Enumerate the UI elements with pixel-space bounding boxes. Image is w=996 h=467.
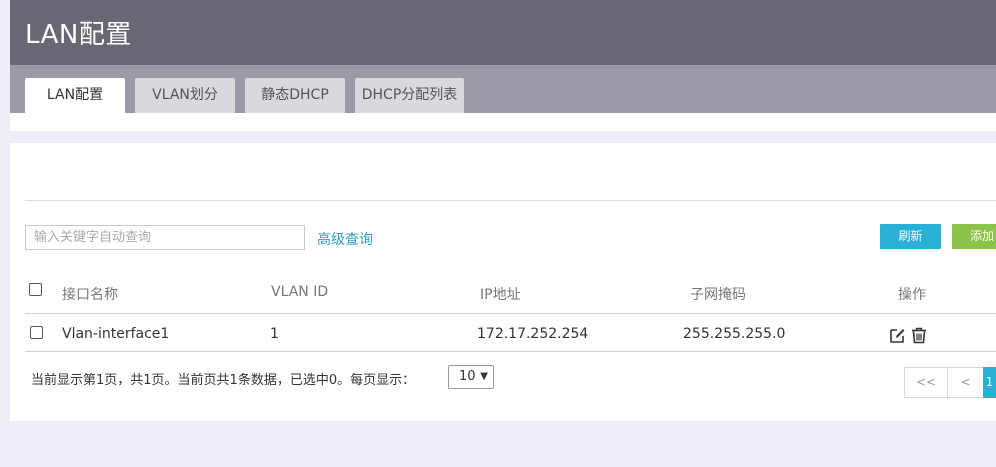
tab-content-strip xyxy=(10,113,996,131)
refresh-button[interactable]: 刷新 xyxy=(880,224,941,249)
page-size-select[interactable]: 10 ▼ xyxy=(448,365,494,389)
cell-interface-name: Vlan-interface1 xyxy=(62,326,170,342)
tab-static-dhcp[interactable]: 静态DHCP xyxy=(245,78,345,113)
col-header-vlan-id: VLAN ID xyxy=(271,284,329,300)
table-header-rule xyxy=(25,313,996,314)
chevron-down-icon: ▼ xyxy=(480,371,488,382)
cell-ip-address: 172.17.252.254 xyxy=(477,326,589,342)
add-button[interactable]: 添加 xyxy=(952,224,996,249)
select-all-checkbox[interactable] xyxy=(29,283,42,296)
pagination-info: 当前显示第1页，共1页。当前页共1条数据，已选中0。每页显示： xyxy=(31,373,416,388)
prev-page-button[interactable]: < xyxy=(947,367,984,398)
main-panel: 高级查询 刷新 添加 接口名称 VLAN ID IP地址 子网掩码 操作 Vla… xyxy=(10,143,996,421)
page-size-value: 10 xyxy=(459,369,476,384)
row-checkbox[interactable] xyxy=(30,326,43,339)
tab-bar: LAN配置 VLAN划分 静态DHCP DHCP分配列表 xyxy=(10,65,996,113)
col-header-ip-address: IP地址 xyxy=(480,287,521,303)
tab-dhcp-list[interactable]: DHCP分配列表 xyxy=(355,78,464,113)
search-input[interactable] xyxy=(26,226,304,249)
edit-icon[interactable] xyxy=(889,327,906,344)
page-title: LAN配置 xyxy=(25,20,132,50)
current-page-number: 1 xyxy=(985,375,994,389)
page-header: LAN配置 xyxy=(10,0,996,65)
current-page-button[interactable]: 1 xyxy=(983,367,996,398)
table-row-rule xyxy=(25,351,996,352)
panel-divider xyxy=(25,200,996,201)
cell-subnet-mask: 255.255.255.0 xyxy=(683,326,786,342)
cell-vlan-id: 1 xyxy=(270,326,279,342)
col-header-actions: 操作 xyxy=(898,287,926,303)
col-header-interface-name: 接口名称 xyxy=(62,287,118,303)
search-box xyxy=(25,225,305,250)
tab-lan-config[interactable]: LAN配置 xyxy=(25,78,125,113)
first-page-button[interactable]: << xyxy=(904,367,948,398)
trash-icon[interactable] xyxy=(911,327,927,344)
advanced-query-link[interactable]: 高级查询 xyxy=(317,229,373,249)
tab-vlan-division[interactable]: VLAN划分 xyxy=(135,78,235,113)
col-header-subnet-mask: 子网掩码 xyxy=(690,287,746,303)
